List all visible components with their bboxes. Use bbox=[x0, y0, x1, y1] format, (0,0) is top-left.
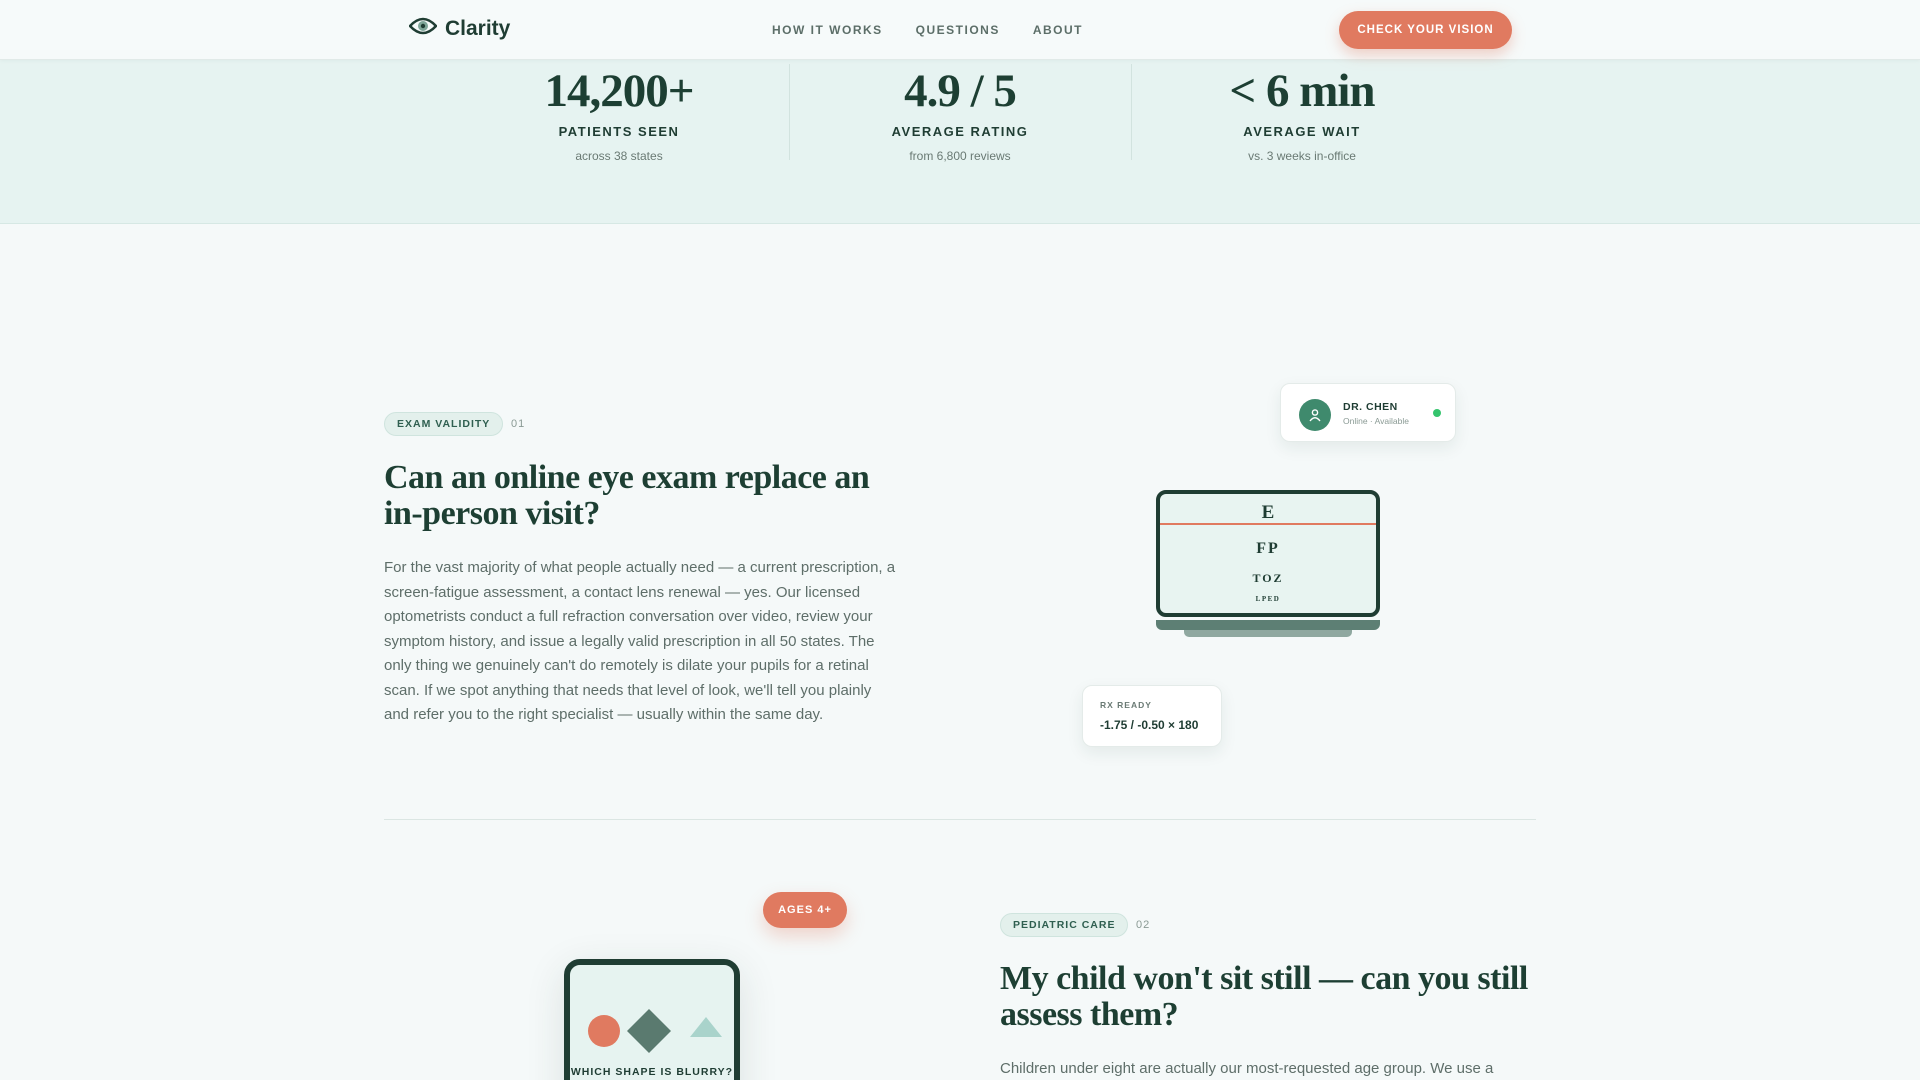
chart-highlight-line bbox=[1160, 523, 1376, 525]
stat-patients: 14,200+ PATIENTS SEEN across 38 states bbox=[449, 60, 789, 163]
laptop-eye-chart: E FP TOZ LPED bbox=[1156, 490, 1380, 617]
phone-shape-test: WHICH SHAPE IS BLURRY? bbox=[564, 959, 740, 1080]
section-divider bbox=[384, 819, 1536, 820]
stat-value: < 6 min bbox=[1229, 65, 1375, 117]
faq1-heading-line2: in-person visit? bbox=[384, 495, 600, 532]
phone-question: WHICH SHAPE IS BLURRY? bbox=[570, 1066, 734, 1078]
check-vision-button[interactable]: CHECK YOUR VISION bbox=[1339, 11, 1512, 49]
stat-label: PATIENTS SEEN bbox=[558, 124, 680, 139]
doctor-name: DR. CHEN bbox=[1343, 401, 1398, 413]
faq2-heading-line2: assess them? bbox=[1000, 996, 1179, 1033]
rx-value: -1.75 / -0.50 × 180 bbox=[1100, 718, 1199, 732]
faq2-body: Children under eight are actually our mo… bbox=[1000, 1060, 1494, 1077]
stat-value: 4.9 / 5 bbox=[904, 65, 1017, 117]
brand-logo[interactable]: Clarity bbox=[408, 16, 511, 41]
rx-label: RX READY bbox=[1100, 700, 1152, 710]
stat-sub: across 38 states bbox=[575, 149, 663, 163]
faq2-tag: PEDIATRIC CARE bbox=[1000, 913, 1129, 937]
user-icon bbox=[1299, 399, 1331, 431]
online-status-dot bbox=[1433, 409, 1441, 417]
eye-logo-icon bbox=[408, 16, 438, 41]
rx-card: RX READY -1.75 / -0.50 × 180 bbox=[1082, 685, 1222, 747]
eye-chart-row: TOZ bbox=[1252, 571, 1284, 585]
stat-label: AVERAGE WAIT bbox=[1243, 124, 1361, 139]
stat-value: 14,200+ bbox=[544, 65, 694, 117]
stat-rating: 4.9 / 5 AVERAGE RATING from 6,800 review… bbox=[790, 60, 1130, 163]
eye-chart-row: LPED bbox=[1255, 595, 1281, 603]
faq1-tag: EXAM VALIDITY bbox=[384, 412, 504, 436]
faq1-heading: Can an online eye exam replace an in-per… bbox=[384, 460, 904, 532]
ages-pill: AGES 4+ bbox=[763, 892, 847, 928]
stat-wait: < 6 min AVERAGE WAIT vs. 3 weeks in-offi… bbox=[1132, 60, 1472, 163]
faq1-body: For the vast majority of what people act… bbox=[384, 559, 896, 723]
laptop-base bbox=[1156, 620, 1380, 630]
main-nav: HOW IT WORKS QUESTIONS ABOUT bbox=[772, 23, 1083, 37]
stat-label: AVERAGE RATING bbox=[891, 124, 1029, 139]
circle-shape bbox=[588, 1015, 620, 1047]
stats-band: 14,200+ PATIENTS SEEN across 38 states 4… bbox=[0, 60, 1920, 224]
laptop-foot bbox=[1184, 630, 1352, 637]
nav-questions[interactable]: QUESTIONS bbox=[916, 23, 1000, 37]
eye-chart-row: FP bbox=[1256, 540, 1280, 557]
diamond-shape bbox=[627, 1009, 671, 1053]
faq2-heading: My child won't sit still — can you still… bbox=[1000, 961, 1540, 1033]
triangle-shape bbox=[690, 1017, 722, 1037]
faq1-number: 01 bbox=[511, 418, 526, 430]
doctor-card: DR. CHEN Online · Available bbox=[1280, 383, 1456, 442]
brand-name: Clarity bbox=[445, 16, 511, 40]
nav-about[interactable]: ABOUT bbox=[1033, 23, 1083, 37]
stat-sub: from 6,800 reviews bbox=[909, 149, 1011, 163]
nav-how-it-works[interactable]: HOW IT WORKS bbox=[772, 23, 883, 37]
stat-sub: vs. 3 weeks in-office bbox=[1248, 149, 1356, 163]
faq1-heading-line1: Can an online eye exam replace an bbox=[384, 459, 870, 496]
faq2-number: 02 bbox=[1136, 919, 1151, 931]
faq2-heading-line1: My child won't sit still — can you still bbox=[1000, 960, 1528, 997]
doctor-status: Online · Available bbox=[1343, 416, 1409, 426]
shapes-illustration bbox=[588, 1009, 722, 1053]
eye-chart-row: E bbox=[1261, 502, 1275, 523]
site-header: Clarity HOW IT WORKS QUESTIONS ABOUT CHE… bbox=[0, 0, 1920, 60]
